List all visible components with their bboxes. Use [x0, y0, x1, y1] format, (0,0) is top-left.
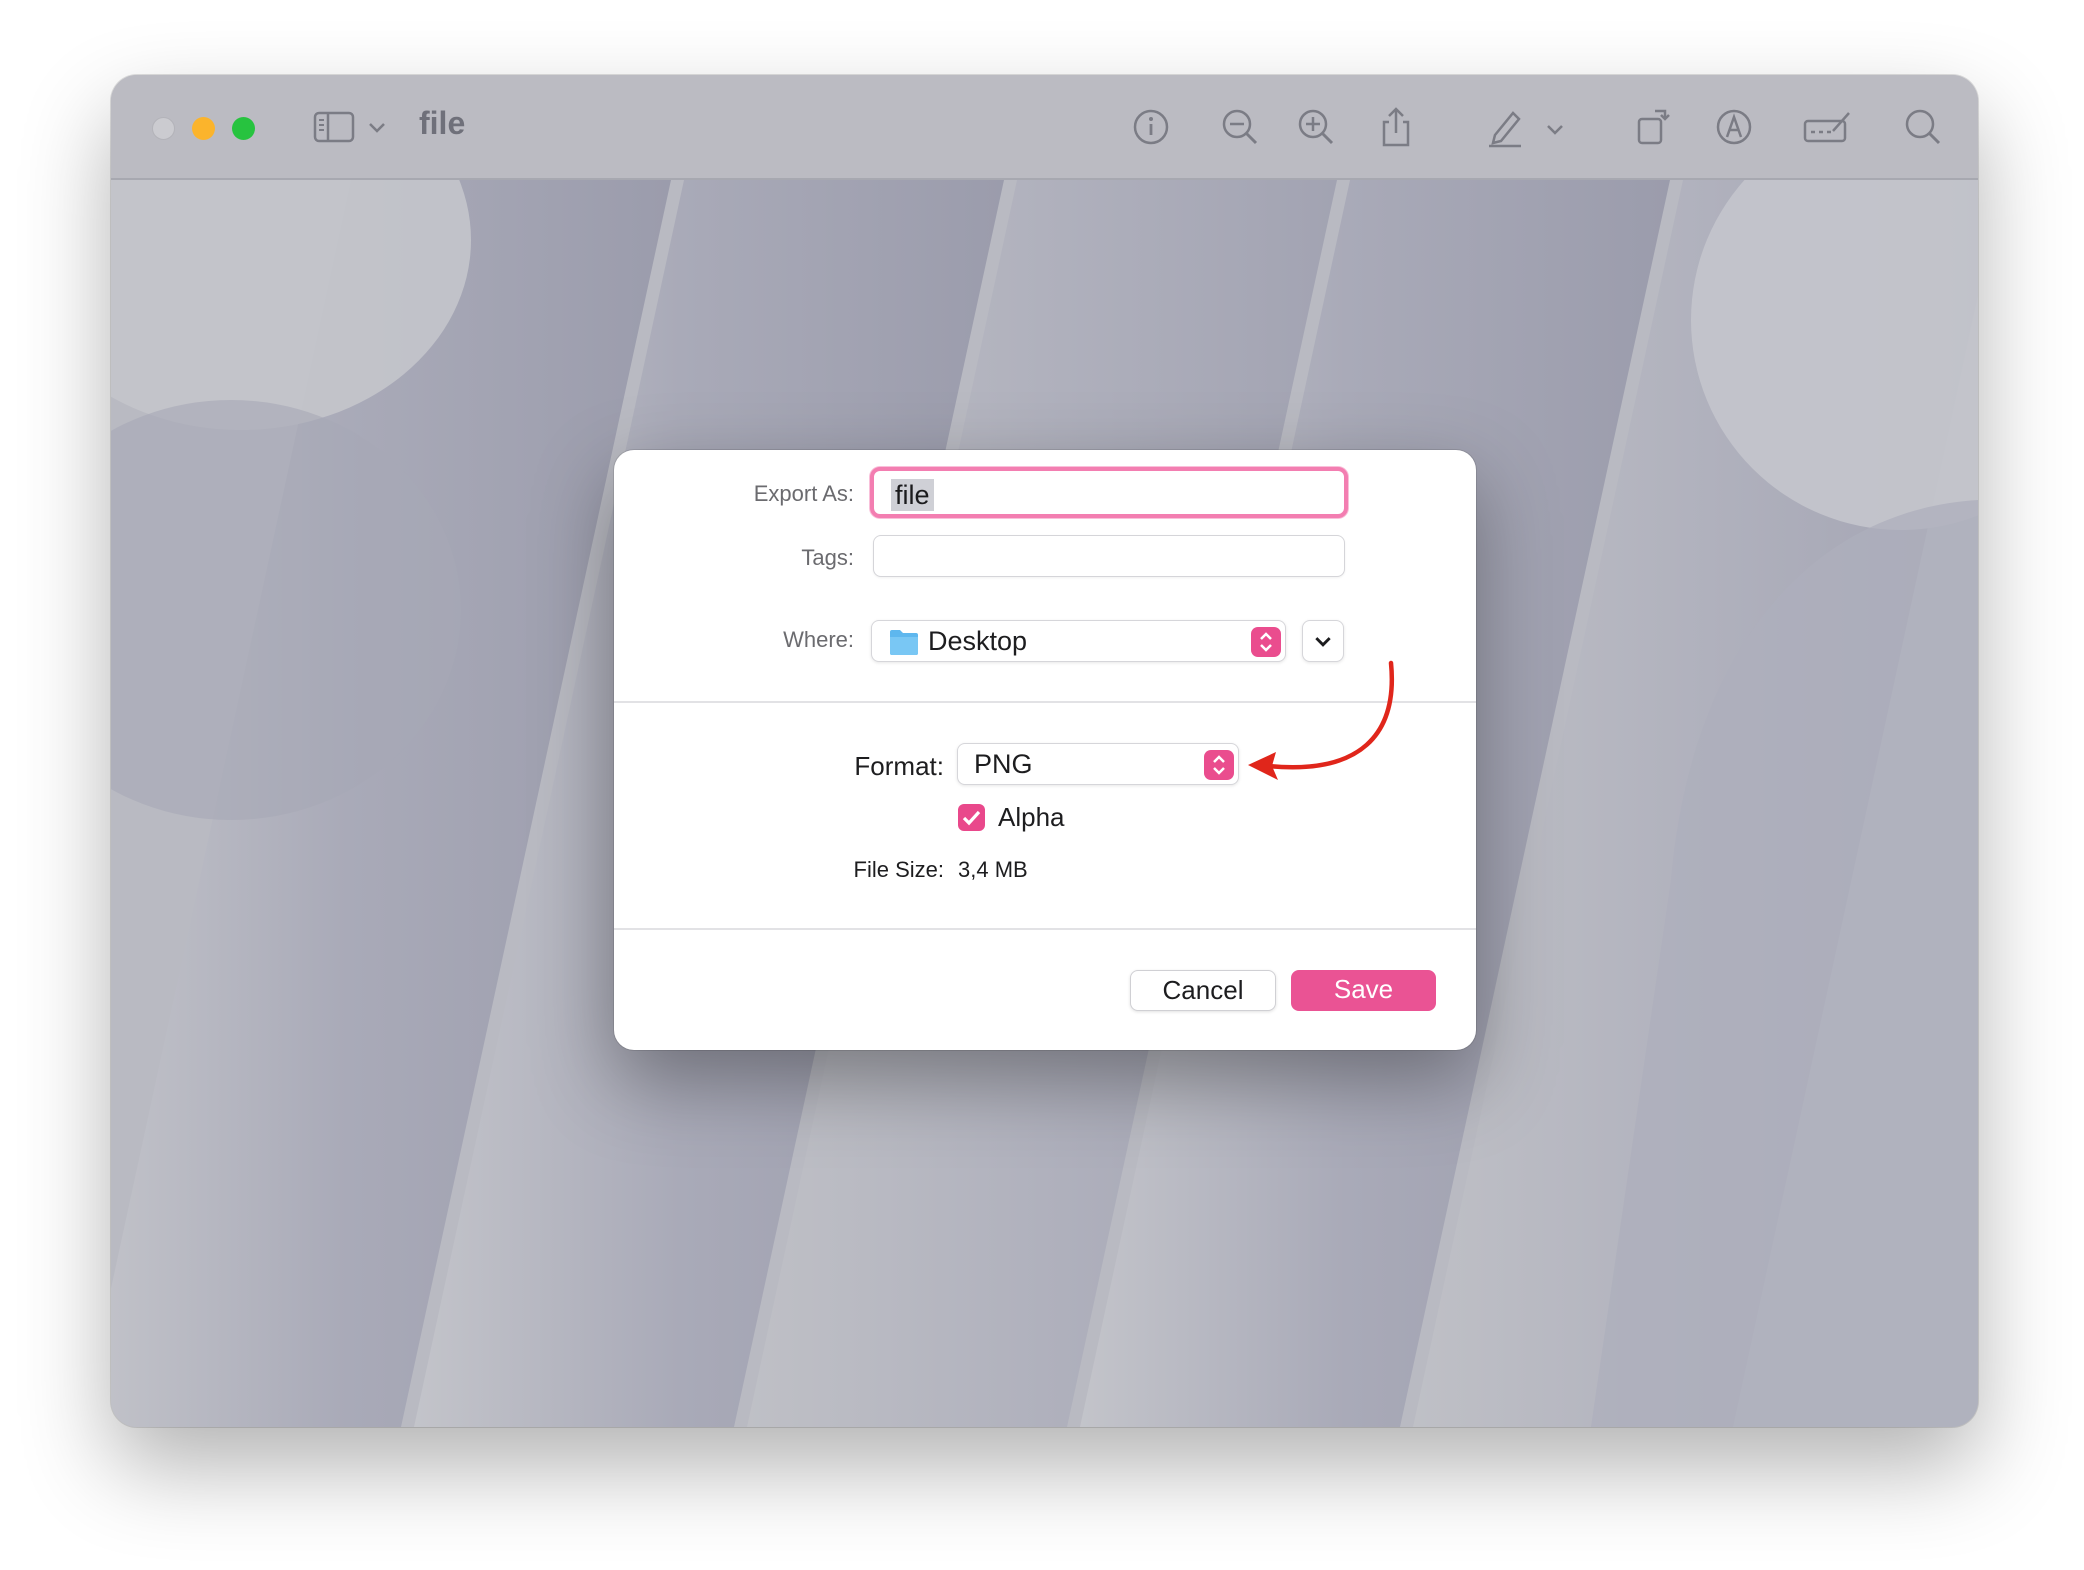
cancel-button[interactable]: Cancel	[1130, 970, 1276, 1011]
maximize-window-button[interactable]	[232, 117, 255, 140]
stepper-icon	[1251, 627, 1281, 657]
export-as-value: file	[891, 479, 934, 511]
highlight-pen-icon[interactable]	[1483, 105, 1527, 149]
alpha-label: Alpha	[998, 802, 1065, 832]
file-size-label: File Size:	[853, 857, 944, 882]
file-size-value: 3,4 MB	[958, 857, 1028, 882]
markup-icon[interactable]	[1712, 105, 1756, 149]
section-divider	[614, 701, 1476, 703]
chevron-down-icon[interactable]	[1543, 105, 1567, 149]
folder-icon	[889, 628, 919, 656]
export-dialog: Export As: file Tags: Where: Desktop For…	[614, 450, 1476, 1050]
stepper-icon	[1204, 750, 1234, 780]
alpha-checkbox[interactable]	[958, 804, 985, 831]
info-icon[interactable]	[1129, 105, 1173, 149]
format-popup[interactable]: PNG	[957, 743, 1239, 785]
format-label: Format:	[854, 751, 944, 781]
close-window-button[interactable]	[152, 117, 175, 140]
minimize-window-button[interactable]	[192, 117, 215, 140]
section-divider	[614, 928, 1476, 930]
checkmark-icon	[962, 810, 981, 826]
chevron-down-icon[interactable]	[365, 105, 389, 149]
tags-label: Tags:	[801, 545, 854, 570]
title-bar: file	[111, 75, 1978, 180]
export-as-field[interactable]: file	[870, 467, 1348, 518]
format-value: PNG	[974, 749, 1033, 779]
search-icon[interactable]	[1901, 105, 1945, 149]
export-as-label: Export As:	[753, 481, 854, 506]
where-label: Where:	[783, 627, 854, 652]
share-icon[interactable]	[1374, 105, 1418, 149]
where-value: Desktop	[928, 626, 1028, 656]
where-popup[interactable]: Desktop	[871, 620, 1286, 662]
chevron-down-icon	[1315, 637, 1331, 647]
zoom-in-icon[interactable]	[1294, 105, 1338, 149]
tags-field[interactable]	[873, 535, 1345, 577]
window-title: file	[419, 105, 466, 141]
expand-location-button[interactable]	[1302, 620, 1344, 662]
form-fill-icon[interactable]	[1801, 105, 1853, 149]
sidebar-icon[interactable]	[311, 105, 359, 149]
rotate-icon[interactable]	[1631, 105, 1675, 149]
zoom-out-icon[interactable]	[1218, 105, 1262, 149]
save-button[interactable]: Save	[1291, 970, 1436, 1011]
